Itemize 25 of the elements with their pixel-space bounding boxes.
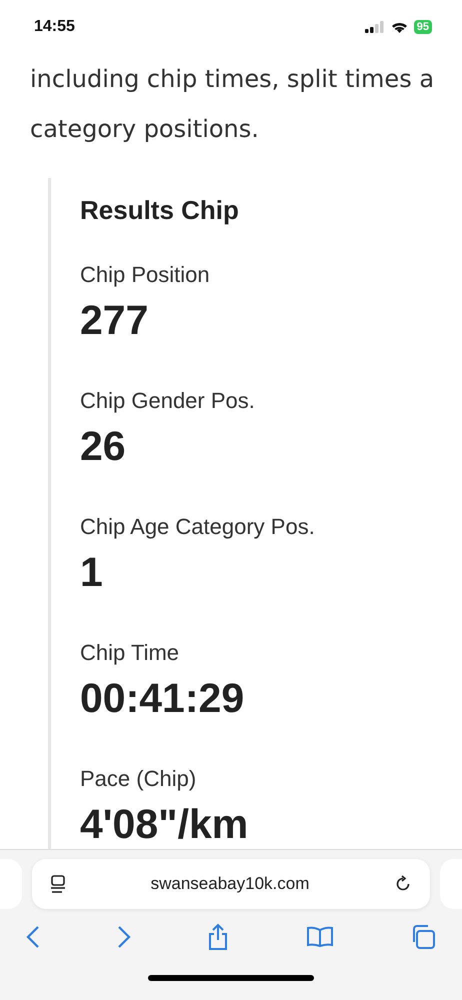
results-title: Results Chip [80,194,240,227]
reload-icon[interactable] [394,875,412,893]
wifi-icon [390,21,408,33]
page-menu-icon[interactable] [50,875,66,893]
status-time: 14:55 [34,18,75,36]
tabs-icon[interactable] [410,924,436,950]
bookmarks-icon[interactable] [306,926,334,948]
battery-indicator: 95 [414,20,432,34]
result-label: Pace (Chip) [80,765,198,793]
intro-text: category positions. [30,114,260,145]
result-value: 1 [80,548,104,597]
result-label: Chip Gender Pos. [80,387,256,415]
result-label: Chip Time [80,639,180,667]
result-value: 26 [80,422,127,471]
intro-text: including chip times, split times a [30,64,436,95]
result-label: Chip Age Category Pos. [80,513,316,541]
forward-icon[interactable] [116,925,130,949]
address-bar[interactable]: swanseabay10k.com [32,859,430,909]
back-icon[interactable] [26,925,40,949]
signal-icon [364,21,385,33]
result-value: 277 [80,296,150,345]
result-value: 4'08"/km [80,800,250,849]
result-value: 00:41:29 [80,674,246,723]
share-icon[interactable] [207,923,229,951]
result-label: Chip Position [80,261,211,289]
